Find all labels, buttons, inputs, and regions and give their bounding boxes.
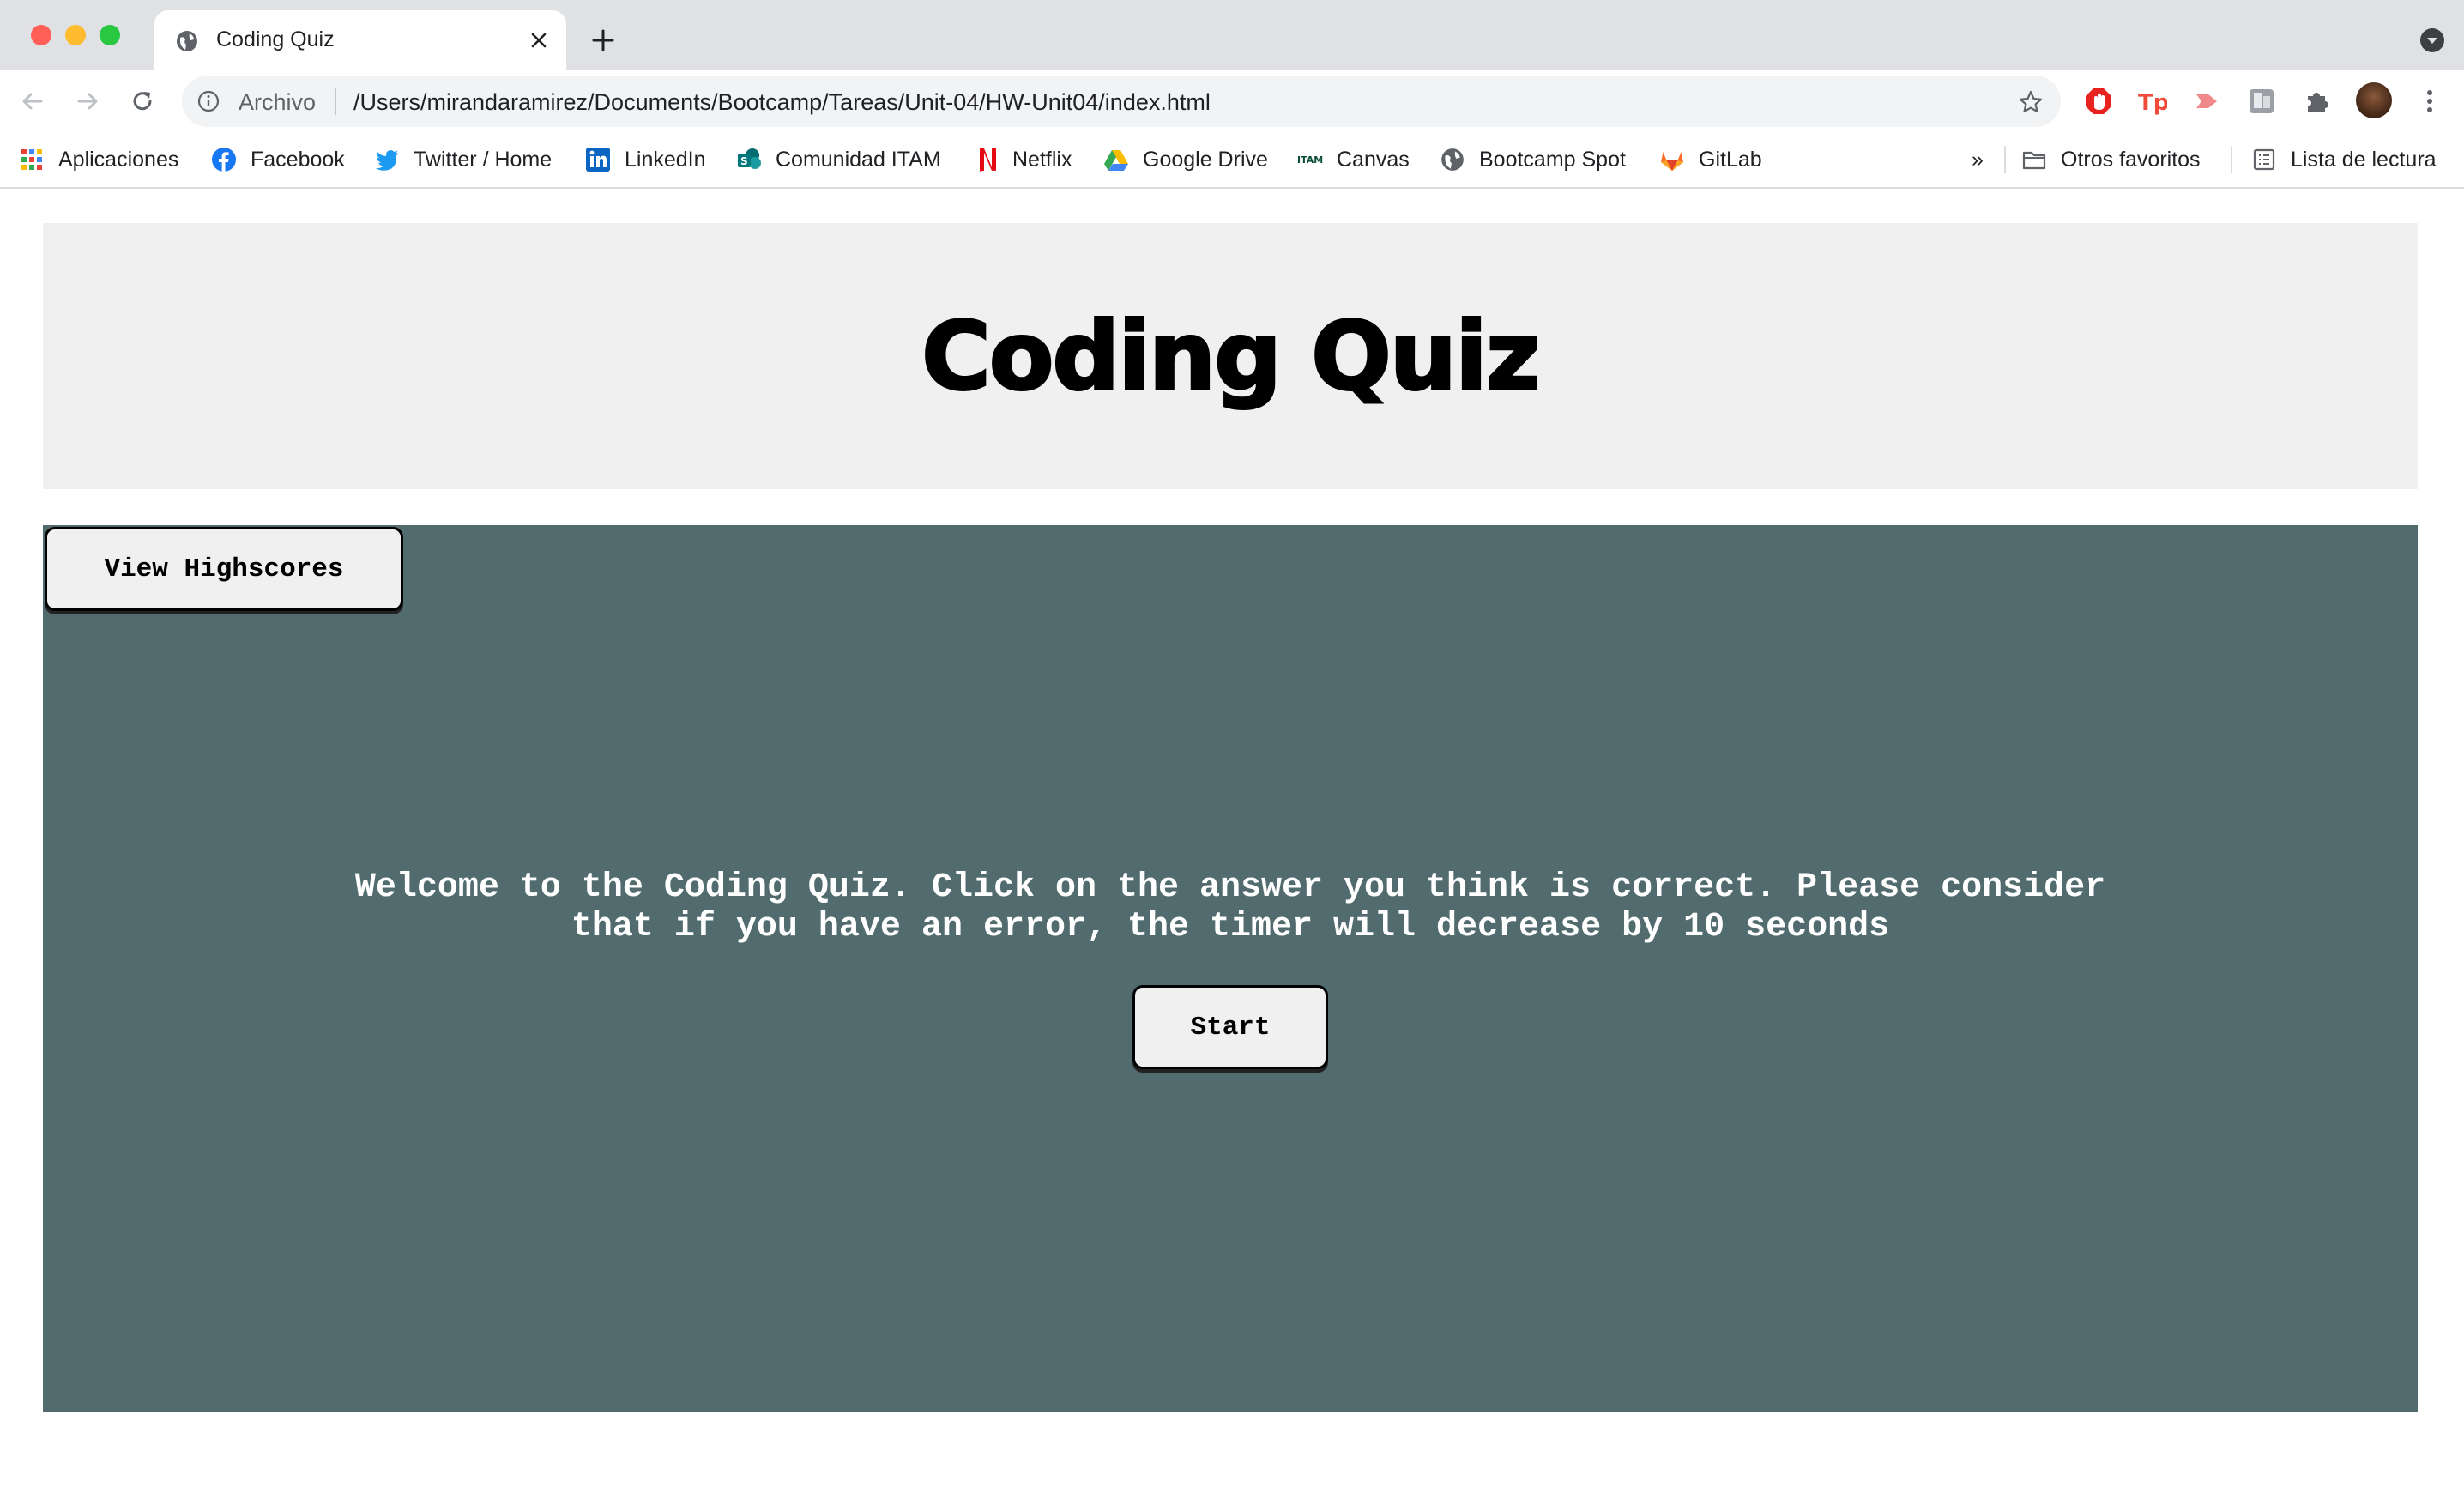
- bookmark-google-drive[interactable]: Google Drive: [1103, 132, 1268, 187]
- svg-text:S: S: [740, 155, 748, 167]
- bookmark-label: Google Drive: [1143, 147, 1268, 172]
- welcome-line: Welcome to the Coding Quiz. Click on the…: [354, 868, 2106, 907]
- bookmark-canvas[interactable]: ITAM Canvas: [1297, 132, 1410, 187]
- globe-icon: [177, 31, 197, 51]
- title-bar: Coding Quiz: [0, 0, 2464, 70]
- itam-icon: ITAM: [1297, 154, 1323, 166]
- view-highscores-button[interactable]: View Highscores: [45, 527, 403, 611]
- google-drive-icon: [1104, 150, 1128, 171]
- video-extension-icon[interactable]: [2191, 86, 2222, 117]
- linkedin-icon: [586, 148, 610, 172]
- minimize-window-button[interactable]: [65, 25, 86, 45]
- bookmarks-bar: Aplicaciones Facebook Twitter / Home Lin…: [0, 132, 2464, 189]
- overflow-chevron-icon: »: [1972, 147, 1984, 172]
- bookmark-label: Facebook: [251, 147, 345, 172]
- apps-grid-icon: [21, 149, 42, 170]
- bookmark-label: Twitter / Home: [414, 147, 553, 172]
- facebook-icon: [212, 148, 236, 172]
- quiz-header: Coding Quiz: [43, 223, 2418, 489]
- bookmark-label: Bootcamp Spot: [1479, 147, 1626, 172]
- info-icon[interactable]: [197, 90, 220, 112]
- svg-text:ITAM: ITAM: [1297, 154, 1323, 166]
- bookmark-comunidad-itam[interactable]: S Comunidad ITAM: [736, 132, 941, 187]
- page-title: Coding Quiz: [921, 300, 1543, 413]
- globe-icon: [1441, 148, 1464, 171]
- bookmark-facebook[interactable]: Facebook: [211, 132, 345, 187]
- bookmarks-divider: [2231, 146, 2232, 173]
- tab-coding-quiz[interactable]: Coding Quiz: [154, 10, 566, 70]
- maximize-window-button[interactable]: [100, 25, 120, 45]
- twitter-icon: [376, 150, 398, 171]
- welcome-line: that if you have an error, the timer wil…: [571, 908, 1890, 947]
- file-scheme-label: Archivo: [239, 89, 317, 115]
- bookmark-label: LinkedIn: [625, 147, 706, 172]
- bookmark-gitlab[interactable]: GitLab: [1659, 132, 1762, 187]
- bookmark-label: Canvas: [1337, 147, 1410, 172]
- reading-list-icon: [2253, 148, 2275, 171]
- profile-avatar[interactable]: [2356, 82, 2392, 118]
- folder-icon: [2022, 151, 2046, 170]
- reading-list-button[interactable]: Lista de lectura: [2251, 132, 2437, 187]
- bookmark-star-icon[interactable]: [2018, 89, 2044, 115]
- reading-list-label: Lista de lectura: [2291, 147, 2437, 172]
- bookmark-label: Netflix: [1012, 147, 1072, 172]
- bookmark-linkedin[interactable]: LinkedIn: [585, 132, 706, 187]
- tab-title: Coding Quiz: [216, 27, 335, 51]
- bookmark-label: Aplicaciones: [58, 147, 179, 172]
- tp-extension-icon[interactable]: Tp: [2136, 86, 2167, 117]
- omnibox-divider: [335, 88, 336, 115]
- extensions-puzzle-icon[interactable]: [2301, 86, 2332, 117]
- start-button[interactable]: Start: [1132, 985, 1328, 1069]
- svg-text:Tp: Tp: [2138, 90, 2167, 116]
- bookmarks-overflow-button[interactable]: »: [1972, 132, 1984, 187]
- new-tab-icon[interactable]: [590, 27, 616, 53]
- other-bookmarks-folder[interactable]: Otros favoritos: [2021, 132, 2201, 187]
- url-text[interactable]: /Users/mirandaramirez/Documents/Bootcamp…: [353, 89, 1211, 116]
- reload-icon[interactable]: [127, 86, 158, 117]
- gitlab-icon: [1661, 152, 1683, 171]
- adblock-extension-icon[interactable]: [2083, 86, 2114, 117]
- bookmark-aplicaciones[interactable]: Aplicaciones: [19, 132, 178, 187]
- bookmark-label: GitLab: [1699, 147, 1762, 172]
- quiz-main-panel: View Highscores Welcome to the Coding Qu…: [43, 525, 2418, 1412]
- close-window-button[interactable]: [31, 25, 51, 45]
- bookmarks-divider: [2004, 146, 2006, 173]
- bookmark-twitter[interactable]: Twitter / Home: [374, 132, 552, 187]
- tab-search-icon[interactable]: [2419, 27, 2445, 53]
- welcome-message: Welcome to the Coding Quiz. Click on the…: [43, 868, 2418, 947]
- browser-window: Coding Quiz Archivo /Users/mirandaramire…: [0, 0, 2464, 1500]
- close-tab-icon[interactable]: [528, 30, 549, 51]
- browser-toolbar: Archivo /Users/mirandaramirez/Documents/…: [0, 70, 2464, 132]
- bookmark-label: Comunidad ITAM: [776, 147, 941, 172]
- profile-extension-icon[interactable]: [2246, 86, 2277, 117]
- bookmark-bootcamp-spot[interactable]: Bootcamp Spot: [1440, 132, 1626, 187]
- forward-arrow-icon[interactable]: [72, 86, 103, 117]
- bookmark-netflix[interactable]: Netflix: [973, 132, 1072, 187]
- more-menu-icon[interactable]: [2414, 86, 2445, 117]
- other-bookmarks-label: Otros favoritos: [2061, 147, 2201, 172]
- address-bar[interactable]: Archivo /Users/mirandaramirez/Documents/…: [182, 76, 2061, 127]
- back-arrow-icon[interactable]: [17, 86, 48, 117]
- page-content: Coding Quiz View Highscores Welcome to t…: [0, 189, 2464, 1500]
- netflix-icon: [980, 148, 996, 172]
- sharepoint-icon: S: [738, 148, 761, 169]
